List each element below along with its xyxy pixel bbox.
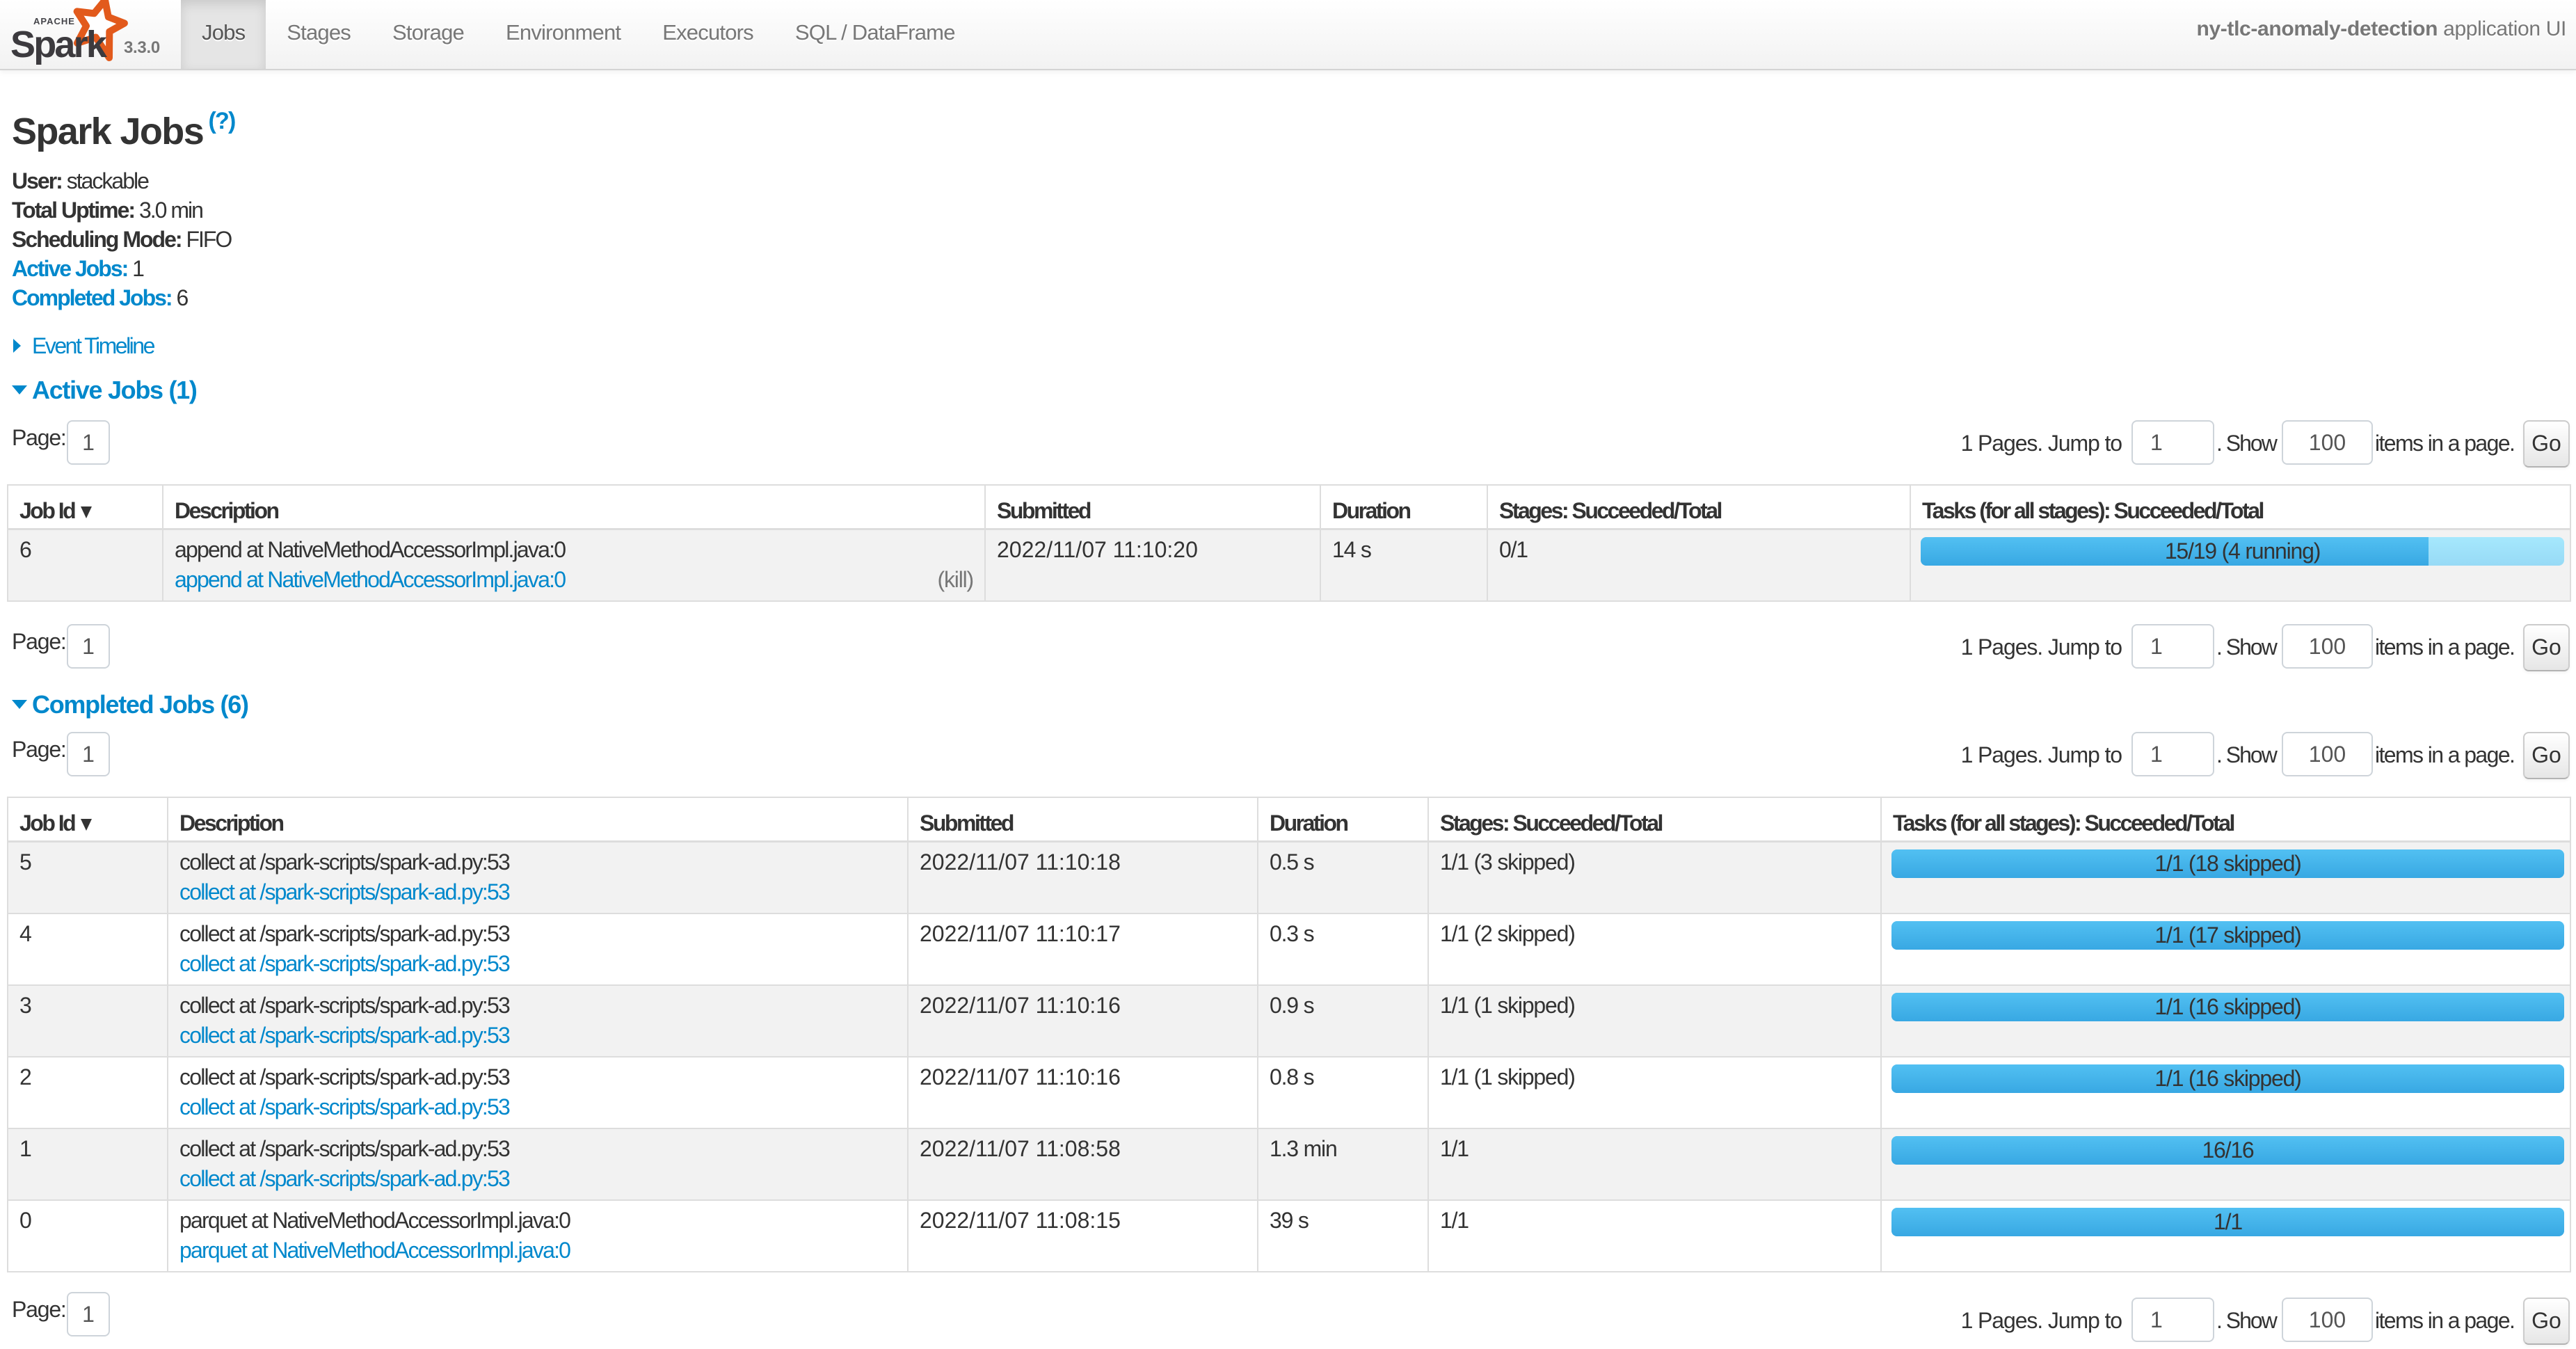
svg-text:Spark: Spark — [10, 24, 108, 65]
